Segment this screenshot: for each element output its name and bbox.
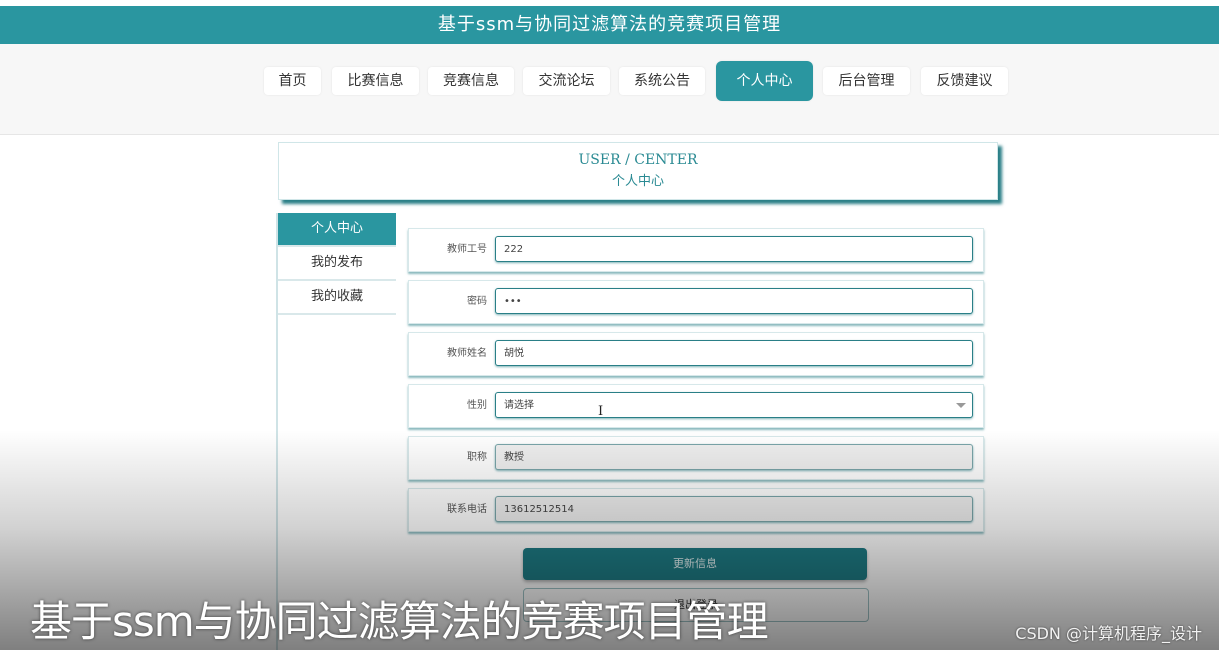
sidebar: 个人中心 我的发布 我的收藏 xyxy=(276,213,396,650)
main-nav: 首页 比赛信息 竞赛信息 交流论坛 系统公告 个人中心 后台管理 反馈建议 xyxy=(0,61,1219,101)
password-label: 密码 xyxy=(467,296,487,307)
password-input[interactable]: ••• xyxy=(495,288,973,314)
teacher-name-label: 教师姓名 xyxy=(447,348,487,359)
chevron-down-icon xyxy=(956,403,966,408)
form-row-title: 职称 教授 xyxy=(408,436,984,480)
gender-label: 性别 xyxy=(467,400,487,411)
page-title-box: USER / CENTER 个人中心 xyxy=(278,142,998,200)
app-title: 基于ssm与协同过滤算法的竞赛项目管理 xyxy=(437,14,782,35)
nav-admin[interactable]: 后台管理 xyxy=(823,67,910,95)
text-cursor-icon: I xyxy=(598,404,604,419)
video-caption: 基于ssm与协同过滤算法的竞赛项目管理 xyxy=(30,597,769,646)
teacher-id-input[interactable]: 222 xyxy=(495,236,973,262)
update-info-button[interactable]: 更新信息 xyxy=(523,548,867,580)
sidebar-item-personal-center[interactable]: 个人中心 xyxy=(278,213,396,247)
sidebar-item-my-posts[interactable]: 我的发布 xyxy=(278,247,396,281)
form-row-gender: 性别 请选择 xyxy=(408,384,984,428)
page-title-en: USER / CENTER xyxy=(578,152,698,168)
nav-forum[interactable]: 交流论坛 xyxy=(523,67,610,95)
csdn-watermark: CSDN @计算机程序_设计 xyxy=(1015,624,1202,643)
teacher-name-input[interactable]: 胡悦 xyxy=(495,340,973,366)
nav-competitions[interactable]: 比赛信息 xyxy=(332,67,419,95)
nav-band: 首页 比赛信息 竞赛信息 交流论坛 系统公告 个人中心 后台管理 反馈建议 xyxy=(0,44,1219,135)
page-title-cn: 个人中心 xyxy=(611,174,664,189)
nav-feedback[interactable]: 反馈建议 xyxy=(921,67,1008,95)
title-input[interactable]: 教授 xyxy=(495,444,973,470)
gender-select[interactable]: 请选择 xyxy=(495,392,973,418)
nav-contest-info[interactable]: 竞赛信息 xyxy=(428,67,514,95)
app-title-bar: 基于ssm与协同过滤算法的竞赛项目管理 xyxy=(0,6,1219,44)
phone-label: 联系电话 xyxy=(447,504,487,515)
form-row-teacher-id: 教师工号 222 xyxy=(408,228,984,272)
nav-personal-center[interactable]: 个人中心 xyxy=(716,61,813,101)
form-row-phone: 联系电话 13612512514 xyxy=(408,488,984,532)
title-label: 职称 xyxy=(467,452,487,463)
teacher-id-label: 教师工号 xyxy=(447,244,487,255)
phone-input[interactable]: 13612512514 xyxy=(495,496,973,522)
gender-select-value: 请选择 xyxy=(504,400,534,411)
form-row-password: 密码 ••• xyxy=(408,280,984,324)
nav-home[interactable]: 首页 xyxy=(264,67,321,95)
form-row-teacher-name: 教师姓名 胡悦 xyxy=(408,332,984,376)
nav-announcements[interactable]: 系统公告 xyxy=(619,67,705,95)
sidebar-item-my-favorites[interactable]: 我的收藏 xyxy=(278,281,396,315)
